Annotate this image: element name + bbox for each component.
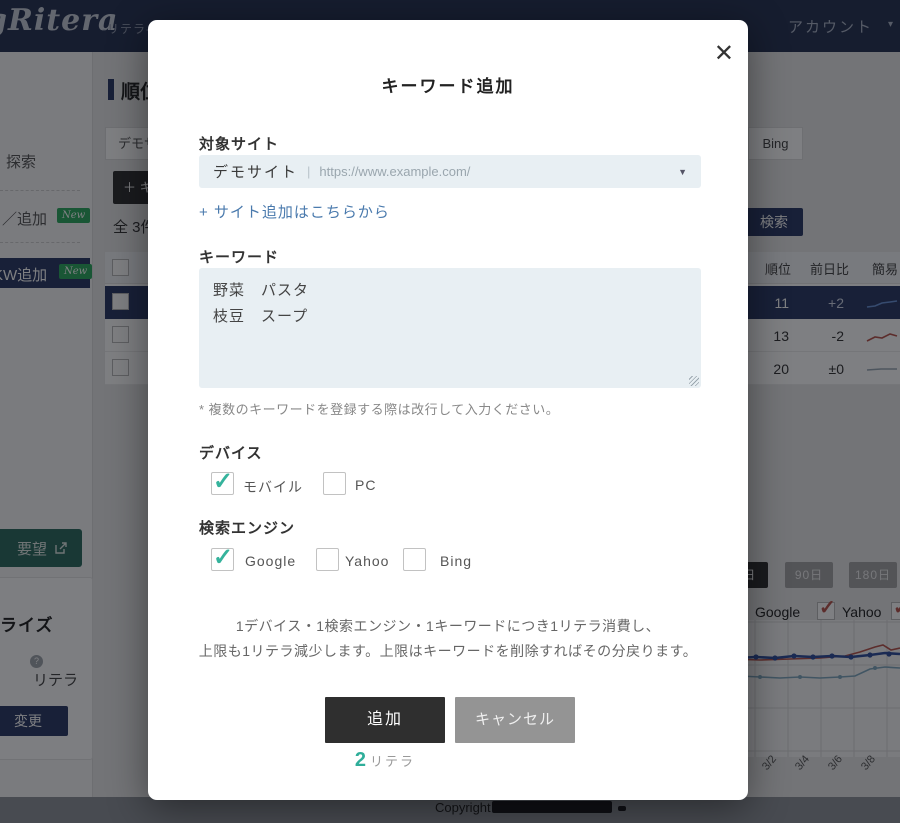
separator: | <box>307 164 310 179</box>
checkbox-bing[interactable] <box>403 548 426 571</box>
keyword-textarea-wrap: 野菜 パスタ 枝豆 スープ <box>199 268 701 388</box>
site-url: https://www.example.com/ <box>319 164 678 179</box>
close-icon[interactable]: ✕ <box>714 42 734 66</box>
cost-info-line1: 1デバイス・1検索エンジン・1キーワードにつき1リテラ消費し、 <box>148 616 748 636</box>
resize-handle-icon[interactable] <box>689 376 699 386</box>
checkbox-google[interactable]: ✓ <box>211 548 234 571</box>
checkbox-yahoo-label: Yahoo <box>345 553 389 569</box>
checkbox-mobile[interactable]: ✓ <box>211 472 234 495</box>
check-icon: ✓ <box>213 543 233 572</box>
keyword-textarea[interactable]: 野菜 パスタ 枝豆 スープ <box>199 268 701 388</box>
keyword-label: キーワード <box>199 246 279 267</box>
add-keyword-modal: ✕ キーワード追加 対象サイト デモサイト | https://www.exam… <box>148 20 748 800</box>
add-site-link[interactable]: + サイト追加はこちらから <box>199 201 390 222</box>
cost-unit: リテラ <box>370 754 415 769</box>
checkbox-yahoo[interactable] <box>316 548 339 571</box>
keyword-note: * 複数のキーワードを登録する際は改行して入力ください。 <box>199 399 559 418</box>
submit-button[interactable]: 追加 <box>325 697 445 743</box>
search-engine-label: 検索エンジン <box>199 517 295 538</box>
checkbox-mobile-label: モバイル <box>243 477 303 497</box>
checkbox-pc[interactable] <box>323 472 346 495</box>
cancel-button[interactable]: キャンセル <box>455 697 575 743</box>
cost-info-line2: 上限も1リテラ減少します。上限はキーワードを削除すればその分戻ります。 <box>148 641 748 661</box>
cost-display: 2 リテラ <box>325 749 445 772</box>
device-label: デバイス <box>199 442 263 463</box>
target-site-label: 対象サイト <box>199 133 279 154</box>
caret-down-icon: ▼ <box>678 167 687 177</box>
cost-value: 2 <box>355 749 366 771</box>
check-icon: ✓ <box>213 467 233 496</box>
checkbox-bing-label: Bing <box>440 553 472 569</box>
selected-site-name: デモサイト <box>213 161 298 182</box>
checkbox-google-label: Google <box>245 553 296 569</box>
modal-title: キーワード追加 <box>148 72 748 97</box>
site-select[interactable]: デモサイト | https://www.example.com/ ▼ <box>199 155 701 188</box>
checkbox-pc-label: PC <box>355 477 376 493</box>
